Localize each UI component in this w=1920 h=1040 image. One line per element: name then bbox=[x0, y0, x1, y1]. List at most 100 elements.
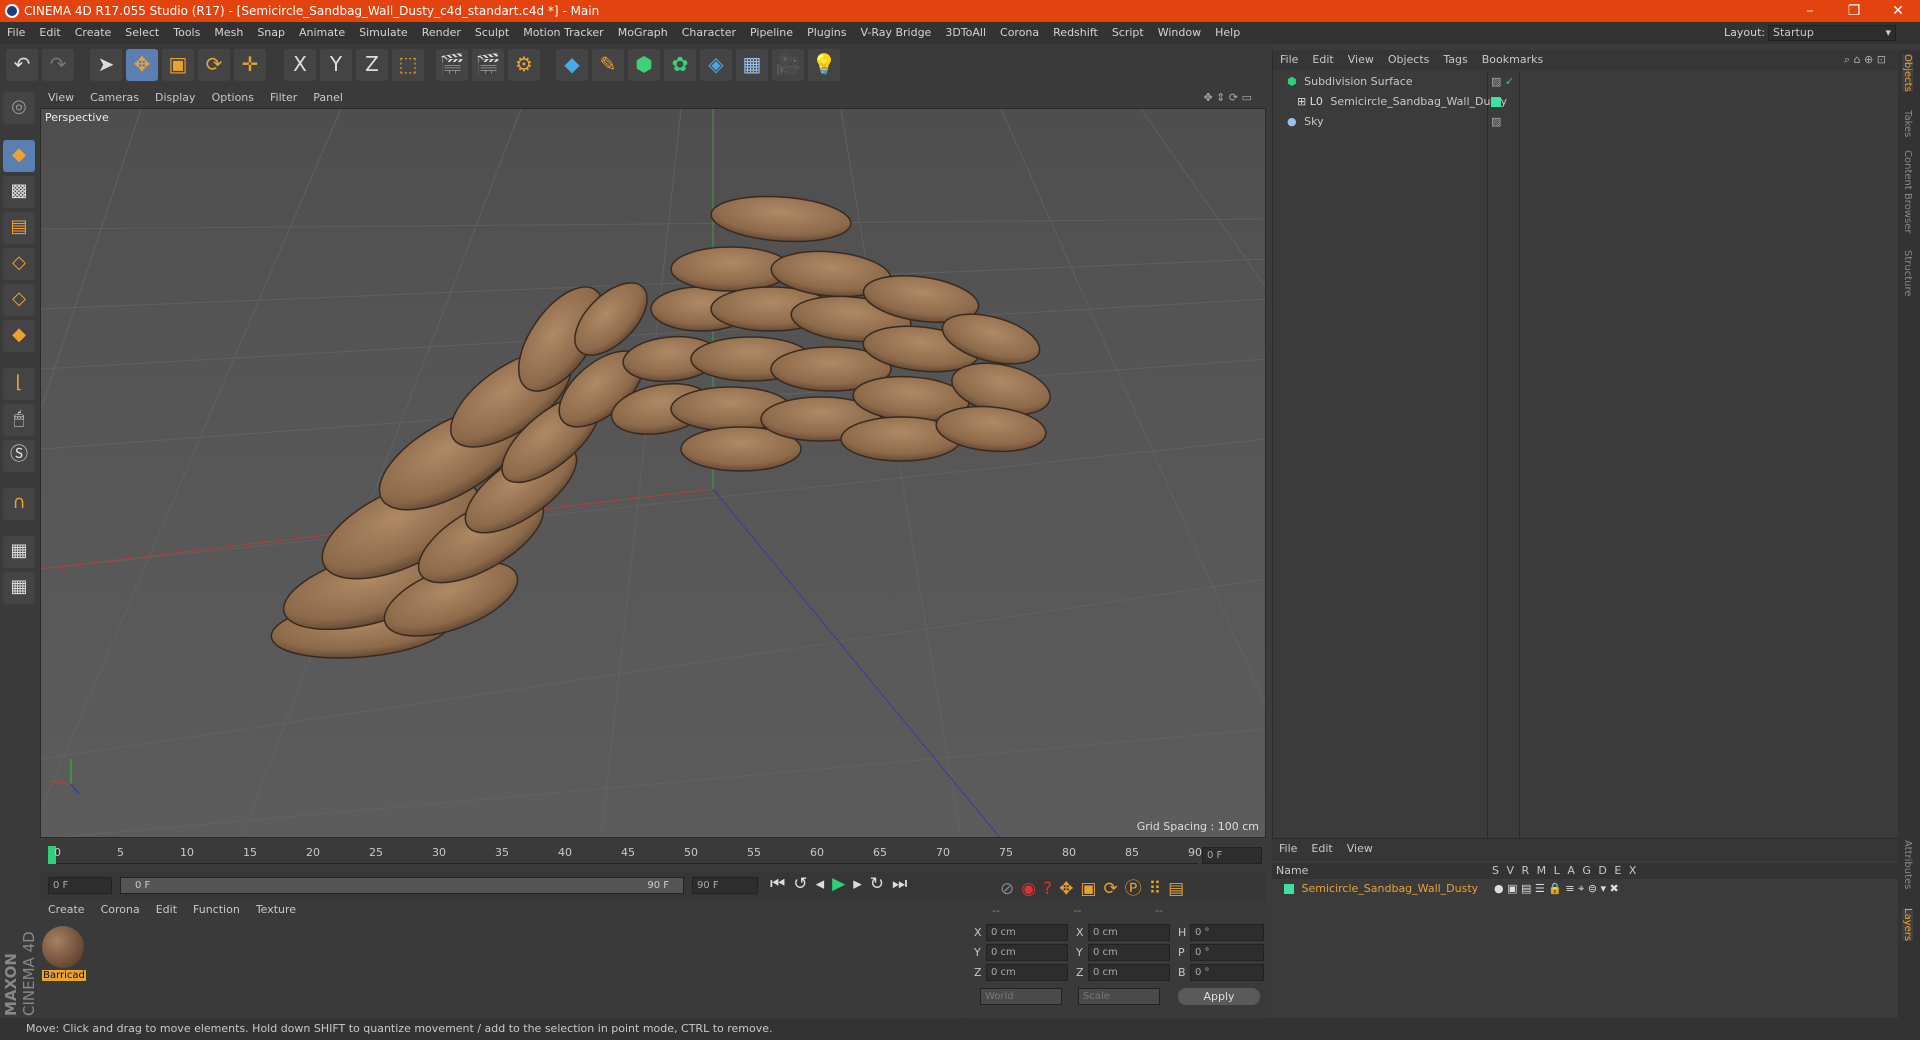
coord-system-dropdown[interactable]: World bbox=[980, 988, 1062, 1005]
edges-mode-icon[interactable]: ◇ bbox=[3, 284, 35, 316]
planar-workplane-icon[interactable]: ▦ bbox=[3, 572, 35, 604]
vp-menu-panel[interactable]: Panel bbox=[305, 88, 351, 108]
layer-menu-edit[interactable]: Edit bbox=[1304, 839, 1339, 859]
start-frame-field[interactable]: 0 F bbox=[48, 877, 112, 894]
vp-menu-display[interactable]: Display bbox=[147, 88, 204, 108]
tab-attributes[interactable]: Attributes bbox=[1902, 840, 1913, 889]
redo-icon[interactable]: ↷ bbox=[42, 49, 74, 81]
layer-menu-file[interactable]: File bbox=[1272, 839, 1304, 859]
frame-range-slider[interactable]: 0 F 90 F bbox=[120, 877, 684, 894]
position-y-field[interactable]: 0 cm bbox=[986, 944, 1068, 961]
texture-mode-icon[interactable]: ▩ bbox=[3, 176, 35, 208]
menu-redshift[interactable]: Redshift bbox=[1046, 22, 1105, 44]
key-rotate-icon[interactable]: ⟳ bbox=[1103, 879, 1124, 899]
play-icon[interactable]: ▶ bbox=[832, 874, 853, 894]
tab-layers[interactable]: Layers bbox=[1902, 908, 1913, 942]
restore-icon[interactable]: ❐ bbox=[1832, 0, 1876, 22]
vp-menu-options[interactable]: Options bbox=[204, 88, 262, 108]
menu-help[interactable]: Help bbox=[1208, 22, 1247, 44]
menu-plugins[interactable]: Plugins bbox=[800, 22, 853, 44]
menu-tools[interactable]: Tools bbox=[166, 22, 207, 44]
menu-sculpt[interactable]: Sculpt bbox=[468, 22, 516, 44]
menu-edit[interactable]: Edit bbox=[32, 22, 67, 44]
visibility-icon[interactable]: ▨ bbox=[1491, 112, 1501, 132]
menu-select[interactable]: Select bbox=[118, 22, 166, 44]
position-z-field[interactable]: 0 cm bbox=[986, 964, 1068, 981]
timeline-ruler[interactable]: 0 5 10 15 20 25 30 35 40 45 50 55 60 65 … bbox=[40, 840, 1266, 870]
end-frame-field[interactable]: 90 F bbox=[692, 877, 758, 894]
layer-menu-view[interactable]: View bbox=[1340, 839, 1380, 859]
autokey-icon[interactable]: ? bbox=[1043, 879, 1059, 899]
render-settings-icon[interactable]: ⚙ bbox=[508, 49, 540, 81]
render-picture-viewer-icon[interactable]: 🎬 bbox=[472, 49, 504, 81]
layout-dropdown[interactable]: Startup ▾ bbox=[1768, 25, 1896, 41]
make-editable-icon[interactable]: ◎ bbox=[3, 92, 35, 124]
layer-row[interactable]: Semicircle_Sandbag_Wall_Dusty ● ▣ ▤ ☰ 🔒 … bbox=[1272, 881, 1898, 897]
next-key-icon[interactable]: ↻ bbox=[870, 874, 892, 894]
obj-menu-bookmarks[interactable]: Bookmarks bbox=[1475, 50, 1550, 70]
close-icon[interactable]: ✕ bbox=[1876, 0, 1920, 22]
menu-simulate[interactable]: Simulate bbox=[352, 22, 415, 44]
size-z-field[interactable]: 0 cm bbox=[1088, 964, 1170, 981]
key-scale-icon[interactable]: ▣ bbox=[1080, 879, 1103, 899]
menu-snap[interactable]: Snap bbox=[250, 22, 292, 44]
timeline-track[interactable]: 0 5 10 15 20 25 30 35 40 45 50 55 60 65 … bbox=[48, 846, 1202, 864]
menu-character[interactable]: Character bbox=[675, 22, 743, 44]
menu-create[interactable]: Create bbox=[68, 22, 119, 44]
menu-mograph[interactable]: MoGraph bbox=[611, 22, 675, 44]
menu-window[interactable]: Window bbox=[1151, 22, 1208, 44]
mat-menu-corona[interactable]: Corona bbox=[93, 900, 148, 920]
axis-mode-icon[interactable]: ⌊ bbox=[3, 368, 35, 400]
go-to-end-icon[interactable]: ⏭ bbox=[892, 874, 915, 894]
mat-menu-function[interactable]: Function bbox=[185, 900, 248, 920]
z-axis-lock-button[interactable]: Z bbox=[356, 49, 388, 81]
minimize-icon[interactable]: – bbox=[1788, 0, 1832, 22]
light-icon[interactable]: 💡 bbox=[808, 49, 840, 81]
spline-pen-icon[interactable]: ✎ bbox=[592, 49, 624, 81]
menu-3dtoall[interactable]: 3DToAll bbox=[938, 22, 993, 44]
rotation-p-field[interactable]: 0 ° bbox=[1190, 944, 1264, 961]
size-x-field[interactable]: 0 cm bbox=[1088, 924, 1170, 941]
workplane-icon[interactable]: ▤ bbox=[3, 212, 35, 244]
menu-motion-tracker[interactable]: Motion Tracker bbox=[516, 22, 610, 44]
cube-primitive-icon[interactable]: ◆ bbox=[556, 49, 588, 81]
viewport-nav-icons[interactable]: ✥ ⇕ ⟳ ▭ bbox=[1195, 88, 1260, 108]
go-to-start-icon[interactable]: ⏮ bbox=[770, 874, 793, 894]
lock-workplane-icon[interactable]: ▦ bbox=[3, 536, 35, 568]
obj-menu-view[interactable]: View bbox=[1341, 50, 1381, 70]
rotation-b-field[interactable]: 0 ° bbox=[1190, 964, 1264, 981]
menu-render[interactable]: Render bbox=[415, 22, 468, 44]
menu-file[interactable]: File bbox=[0, 22, 32, 44]
tab-content-browser[interactable]: Content Browser bbox=[1902, 150, 1913, 233]
key-param-icon[interactable]: Ⓟ bbox=[1125, 879, 1149, 899]
select-arrow-icon[interactable]: ➤ bbox=[90, 49, 122, 81]
y-axis-lock-button[interactable]: Y bbox=[320, 49, 352, 81]
apply-button[interactable]: Apply bbox=[1178, 988, 1260, 1005]
mat-menu-edit[interactable]: Edit bbox=[148, 900, 185, 920]
x-axis-lock-button[interactable]: X bbox=[284, 49, 316, 81]
motion-record-icon[interactable]: ⊘ bbox=[1000, 879, 1021, 899]
subdivision-icon[interactable]: ⬢ bbox=[628, 49, 660, 81]
obj-menu-edit[interactable]: Edit bbox=[1305, 50, 1340, 70]
points-mode-icon[interactable]: ◇ bbox=[3, 248, 35, 280]
tweak-mode-icon[interactable]: 🖱 bbox=[3, 404, 35, 436]
camera-icon[interactable]: 🎥 bbox=[772, 49, 804, 81]
scale-tool-icon[interactable]: ▣ bbox=[162, 49, 194, 81]
coordinate-system-icon[interactable]: ⬚ bbox=[392, 49, 424, 81]
key-move-icon[interactable]: ✥ bbox=[1059, 879, 1080, 899]
menu-animate[interactable]: Animate bbox=[292, 22, 352, 44]
tab-takes[interactable]: Takes bbox=[1902, 110, 1913, 137]
layer-flag-icons[interactable]: ● ▣ ▤ ☰ 🔒 ≡ ⌖ ⊜ ▾ ✖ bbox=[1494, 881, 1619, 897]
current-frame-field[interactable]: 0 F bbox=[1202, 847, 1262, 864]
prev-key-icon[interactable]: ↺ bbox=[793, 874, 815, 894]
object-row-subdivision[interactable]: ⬢ Subdivision Surface ▨ ✓ bbox=[1273, 72, 1899, 92]
rotate-tool-icon[interactable]: ⟳ bbox=[198, 49, 230, 81]
render-view-icon[interactable]: 🎬 bbox=[436, 49, 468, 81]
object-row-sky[interactable]: ● Sky ▨ bbox=[1273, 112, 1899, 132]
menu-vray-bridge[interactable]: V-Ray Bridge bbox=[853, 22, 938, 44]
floor-icon[interactable]: ▦ bbox=[736, 49, 768, 81]
visibility-icon[interactable]: ▨ ✓ bbox=[1491, 72, 1514, 92]
obj-menu-tags[interactable]: Tags bbox=[1436, 50, 1474, 70]
obj-menu-file[interactable]: File bbox=[1273, 50, 1305, 70]
vp-menu-cameras[interactable]: Cameras bbox=[82, 88, 147, 108]
